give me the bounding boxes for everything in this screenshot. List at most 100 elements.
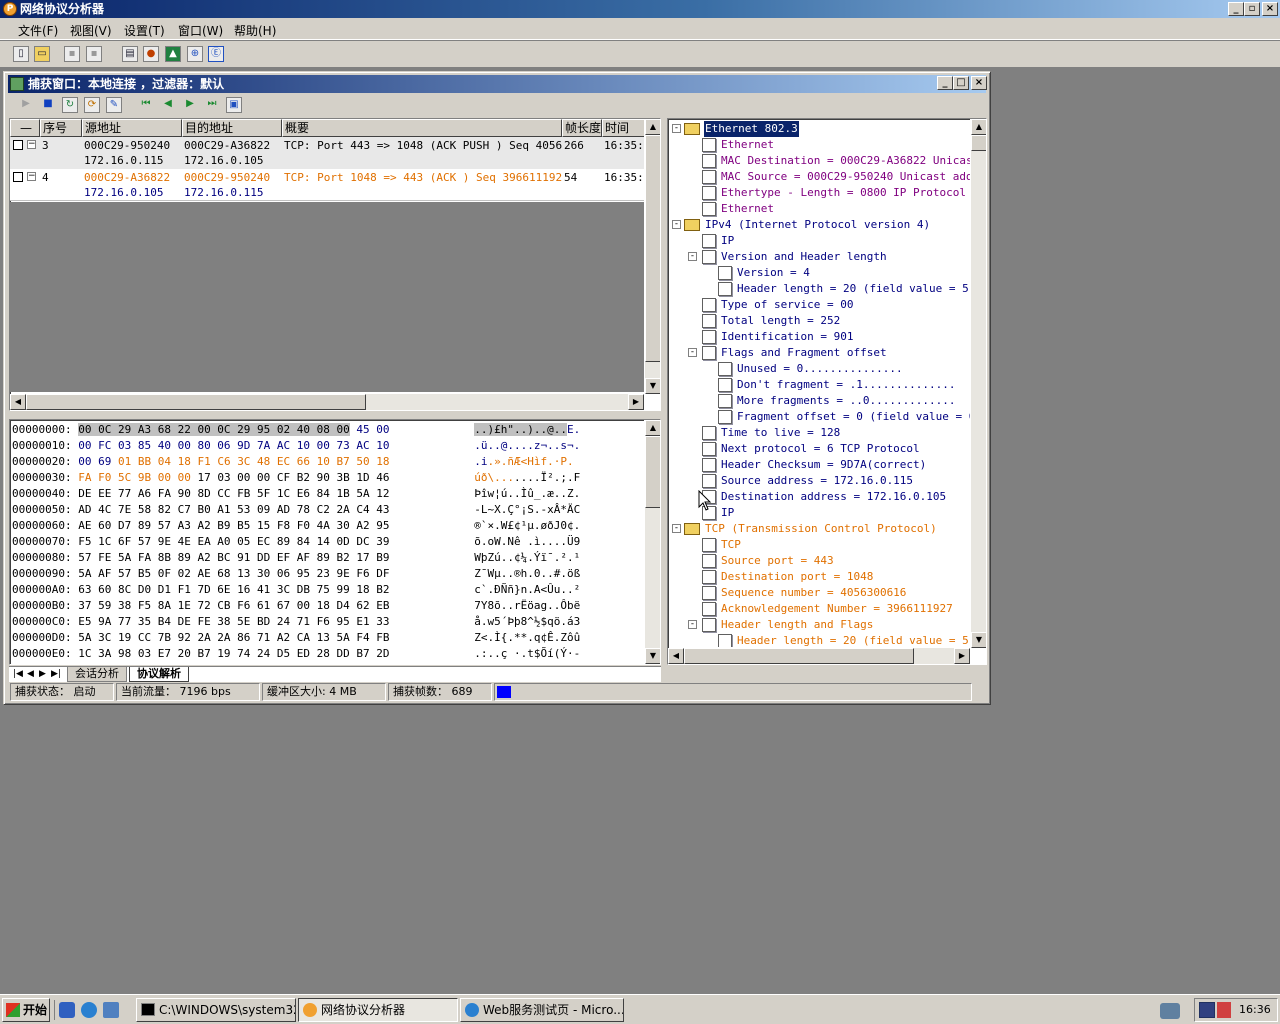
capture-minimize-button[interactable]: _ — [937, 76, 953, 90]
column-header-number[interactable]: 序号 — [40, 119, 82, 137]
tree-node-protocol[interactable]: - Ethernet 802.3 — [668, 121, 970, 137]
tree-node-field[interactable]: Identification = 901 — [668, 329, 970, 345]
tree-node-field[interactable]: Header length = 20 (field value = 5) — [668, 281, 970, 297]
tree-expand-icon[interactable]: - — [672, 220, 681, 229]
tree-node-field[interactable]: Acknowledgement Number = 3966111927 — [668, 601, 970, 617]
tree-expand-icon[interactable]: - — [688, 348, 697, 357]
scroll-left-icon[interactable]: ◀ — [668, 648, 684, 664]
tree-hscrollbar[interactable]: ◀ ▶ — [668, 648, 970, 664]
row-checkbox[interactable] — [13, 140, 23, 150]
scroll-up-icon[interactable]: ▲ — [645, 420, 660, 436]
stop-icon[interactable]: ■ — [40, 97, 56, 113]
column-header-select[interactable]: — — [10, 119, 40, 137]
ie-icon[interactable] — [81, 1002, 97, 1018]
hex-row[interactable]: 000000C0: E5 9A 77 35 B4 DE FE 38 5E BD … — [12, 614, 580, 630]
tree-node-field[interactable]: Don't fragment = .1.............. — [668, 377, 970, 393]
save-icon[interactable]: ▪ — [64, 46, 80, 62]
first-packet-icon[interactable]: ⏮ — [138, 97, 154, 113]
scroll-thumb[interactable] — [645, 135, 660, 362]
tree-node-field[interactable]: - Version and Header length — [668, 249, 970, 265]
monitor-tray-icon[interactable] — [1199, 1002, 1215, 1018]
scroll-down-icon[interactable]: ▼ — [971, 632, 986, 648]
packet-list-vscrollbar[interactable]: ▲ ▼ — [644, 119, 660, 394]
tree-node-field[interactable]: Fragment offset = 0 (field value = 0) — [668, 409, 970, 425]
table-row[interactable]: − 4 000C29-A36822 172.16.0.105 000C29-95… — [10, 169, 644, 201]
column-header-time[interactable]: 时间 — [602, 119, 646, 137]
last-packet-icon[interactable]: ⏭ — [204, 97, 220, 113]
scroll-right-icon[interactable]: ▶ — [954, 648, 970, 664]
protocol-icon[interactable]: Ⓔ — [208, 46, 224, 62]
tab-nav-next-icon[interactable]: ▶ — [39, 667, 46, 681]
menu-file[interactable]: 文件(F) — [18, 22, 58, 39]
tree-node-field[interactable]: Source port = 443 — [668, 553, 970, 569]
table-row[interactable]: − 3 000C29-950240 172.16.0.115 000C29-A3… — [10, 137, 644, 169]
tree-expand-icon[interactable]: - — [688, 252, 697, 261]
tree-node-field[interactable]: Ethertype - Length = 0800 IP Protocol — [668, 185, 970, 201]
explorer-icon[interactable] — [59, 1002, 75, 1018]
tab-nav-last-icon[interactable]: ▶| — [51, 667, 61, 681]
tree-node-field[interactable]: Header length = 20 (field value = 5) — [668, 633, 970, 647]
tree-node-field[interactable]: Ethernet — [668, 137, 970, 153]
hex-row[interactable]: 00000080: 57 FE 5A FA 8B 89 A2 BC 91 DD … — [12, 550, 580, 566]
tree-node-field[interactable]: Sequence number = 4056300616 — [668, 585, 970, 601]
menu-window[interactable]: 窗口(W) — [178, 22, 223, 39]
tree-node-field[interactable]: Header Checksum = 9D7A(correct) — [668, 457, 970, 473]
tree-node-protocol[interactable]: - IPv4 (Internet Protocol version 4) — [668, 217, 970, 233]
save-as-icon[interactable]: ▪ — [86, 46, 102, 62]
tab-nav-first-icon[interactable]: |◀ — [13, 667, 23, 681]
tree-node-field[interactable]: Version = 4 — [668, 265, 970, 281]
hex-row[interactable]: 00000070: F5 1C 6F 57 9E 4E EA A0 05 EC … — [12, 534, 580, 550]
tree-node-field[interactable]: Type of service = 00 — [668, 297, 970, 313]
tree-vscrollbar[interactable]: ▲ ▼ — [970, 119, 986, 648]
play-icon[interactable]: ▶ — [18, 97, 34, 113]
scroll-left-icon[interactable]: ◀ — [10, 394, 26, 410]
outlook-icon[interactable] — [103, 1002, 119, 1018]
taskbar-item-analyzer[interactable]: 网络协议分析器 — [298, 998, 458, 1022]
scroll-thumb[interactable] — [645, 436, 660, 508]
close-button[interactable]: × — [1262, 2, 1278, 16]
hex-row[interactable]: 00000020: 00 69 01 BB 04 18 F1 C6 3C 48 … — [12, 454, 574, 470]
tree-node-field[interactable]: MAC Destination = 000C29-A36822 Unicast … — [668, 153, 970, 169]
scroll-right-icon[interactable]: ▶ — [628, 394, 644, 410]
tree-node-field[interactable]: Source address = 172.16.0.115 — [668, 473, 970, 489]
restore-button[interactable]: ▫ — [1244, 2, 1260, 16]
hex-dump-lines[interactable]: 00000000: 00 0C 29 A3 68 22 00 0C 29 95 … — [12, 422, 642, 662]
tree-node-field[interactable]: Time to live = 128 — [668, 425, 970, 441]
scroll-up-icon[interactable]: ▲ — [971, 119, 986, 135]
minimize-button[interactable]: _ — [1228, 2, 1244, 16]
menu-view[interactable]: 视图(V) — [70, 22, 112, 39]
capture-close-button[interactable]: × — [971, 76, 987, 90]
new-file-icon[interactable]: ▯ — [13, 46, 29, 62]
capture-maximize-button[interactable]: □ — [953, 76, 969, 90]
reload-icon[interactable]: ⟳ — [84, 97, 100, 113]
tree-expand-icon[interactable]: - — [688, 620, 697, 629]
open-folder-icon[interactable]: ▭ — [34, 46, 50, 62]
hex-row[interactable]: 000000A0: 63 60 8C D0 D1 F1 7D 6E 16 41 … — [12, 582, 580, 598]
tree-node-field[interactable]: Destination address = 172.16.0.105 — [668, 489, 970, 505]
scroll-thumb[interactable] — [684, 648, 914, 664]
previous-packet-icon[interactable]: ◀ — [160, 97, 176, 113]
palette-icon[interactable]: ● — [143, 46, 159, 62]
tab-session-analysis[interactable]: 会话分析 — [67, 667, 127, 682]
export-icon[interactable]: ▣ — [226, 97, 242, 113]
column-header-destination[interactable]: 目的地址 — [182, 119, 282, 137]
hex-row[interactable]: 00000040: DE EE 77 A6 FA 90 8D CC FB 5F … — [12, 486, 580, 502]
hex-row[interactable]: 000000D0: 5A 3C 19 CC 7B 92 2A 2A 86 71 … — [12, 630, 580, 646]
capture-settings-icon[interactable]: ▤ — [122, 46, 138, 62]
scroll-up-icon[interactable]: ▲ — [645, 119, 660, 135]
tree-node-field[interactable]: - Header length and Flags — [668, 617, 970, 633]
hex-row[interactable]: 00000010: 00 FC 03 85 40 00 80 06 9D 7A … — [12, 438, 580, 454]
tree-node-field[interactable]: - Flags and Fragment offset — [668, 345, 970, 361]
security-tray-icon[interactable] — [1217, 1002, 1231, 1018]
hex-row[interactable]: 00000050: AD 4C 7E 58 82 C7 B0 A1 53 09 … — [12, 502, 580, 518]
menu-help[interactable]: 帮助(H) — [234, 22, 276, 39]
column-header-frame-length[interactable]: 帧长度 — [562, 119, 602, 137]
tree-expand-icon[interactable]: - — [672, 524, 681, 533]
tree-node-field[interactable]: Unused = 0............... — [668, 361, 970, 377]
row-expand-icon[interactable]: − — [27, 140, 36, 149]
hex-dump-vscrollbar[interactable]: ▲ ▼ — [644, 420, 660, 664]
protocol-tree[interactable]: - Ethernet 802.3 Ethernet MAC Destination =… — [668, 119, 970, 647]
tree-node-field[interactable]: More fragments = ..0............. — [668, 393, 970, 409]
tree-node-field[interactable]: TCP — [668, 537, 970, 553]
hex-row[interactable]: 000000B0: 37 59 38 F5 8A 1E 72 CB F6 61 … — [12, 598, 580, 614]
